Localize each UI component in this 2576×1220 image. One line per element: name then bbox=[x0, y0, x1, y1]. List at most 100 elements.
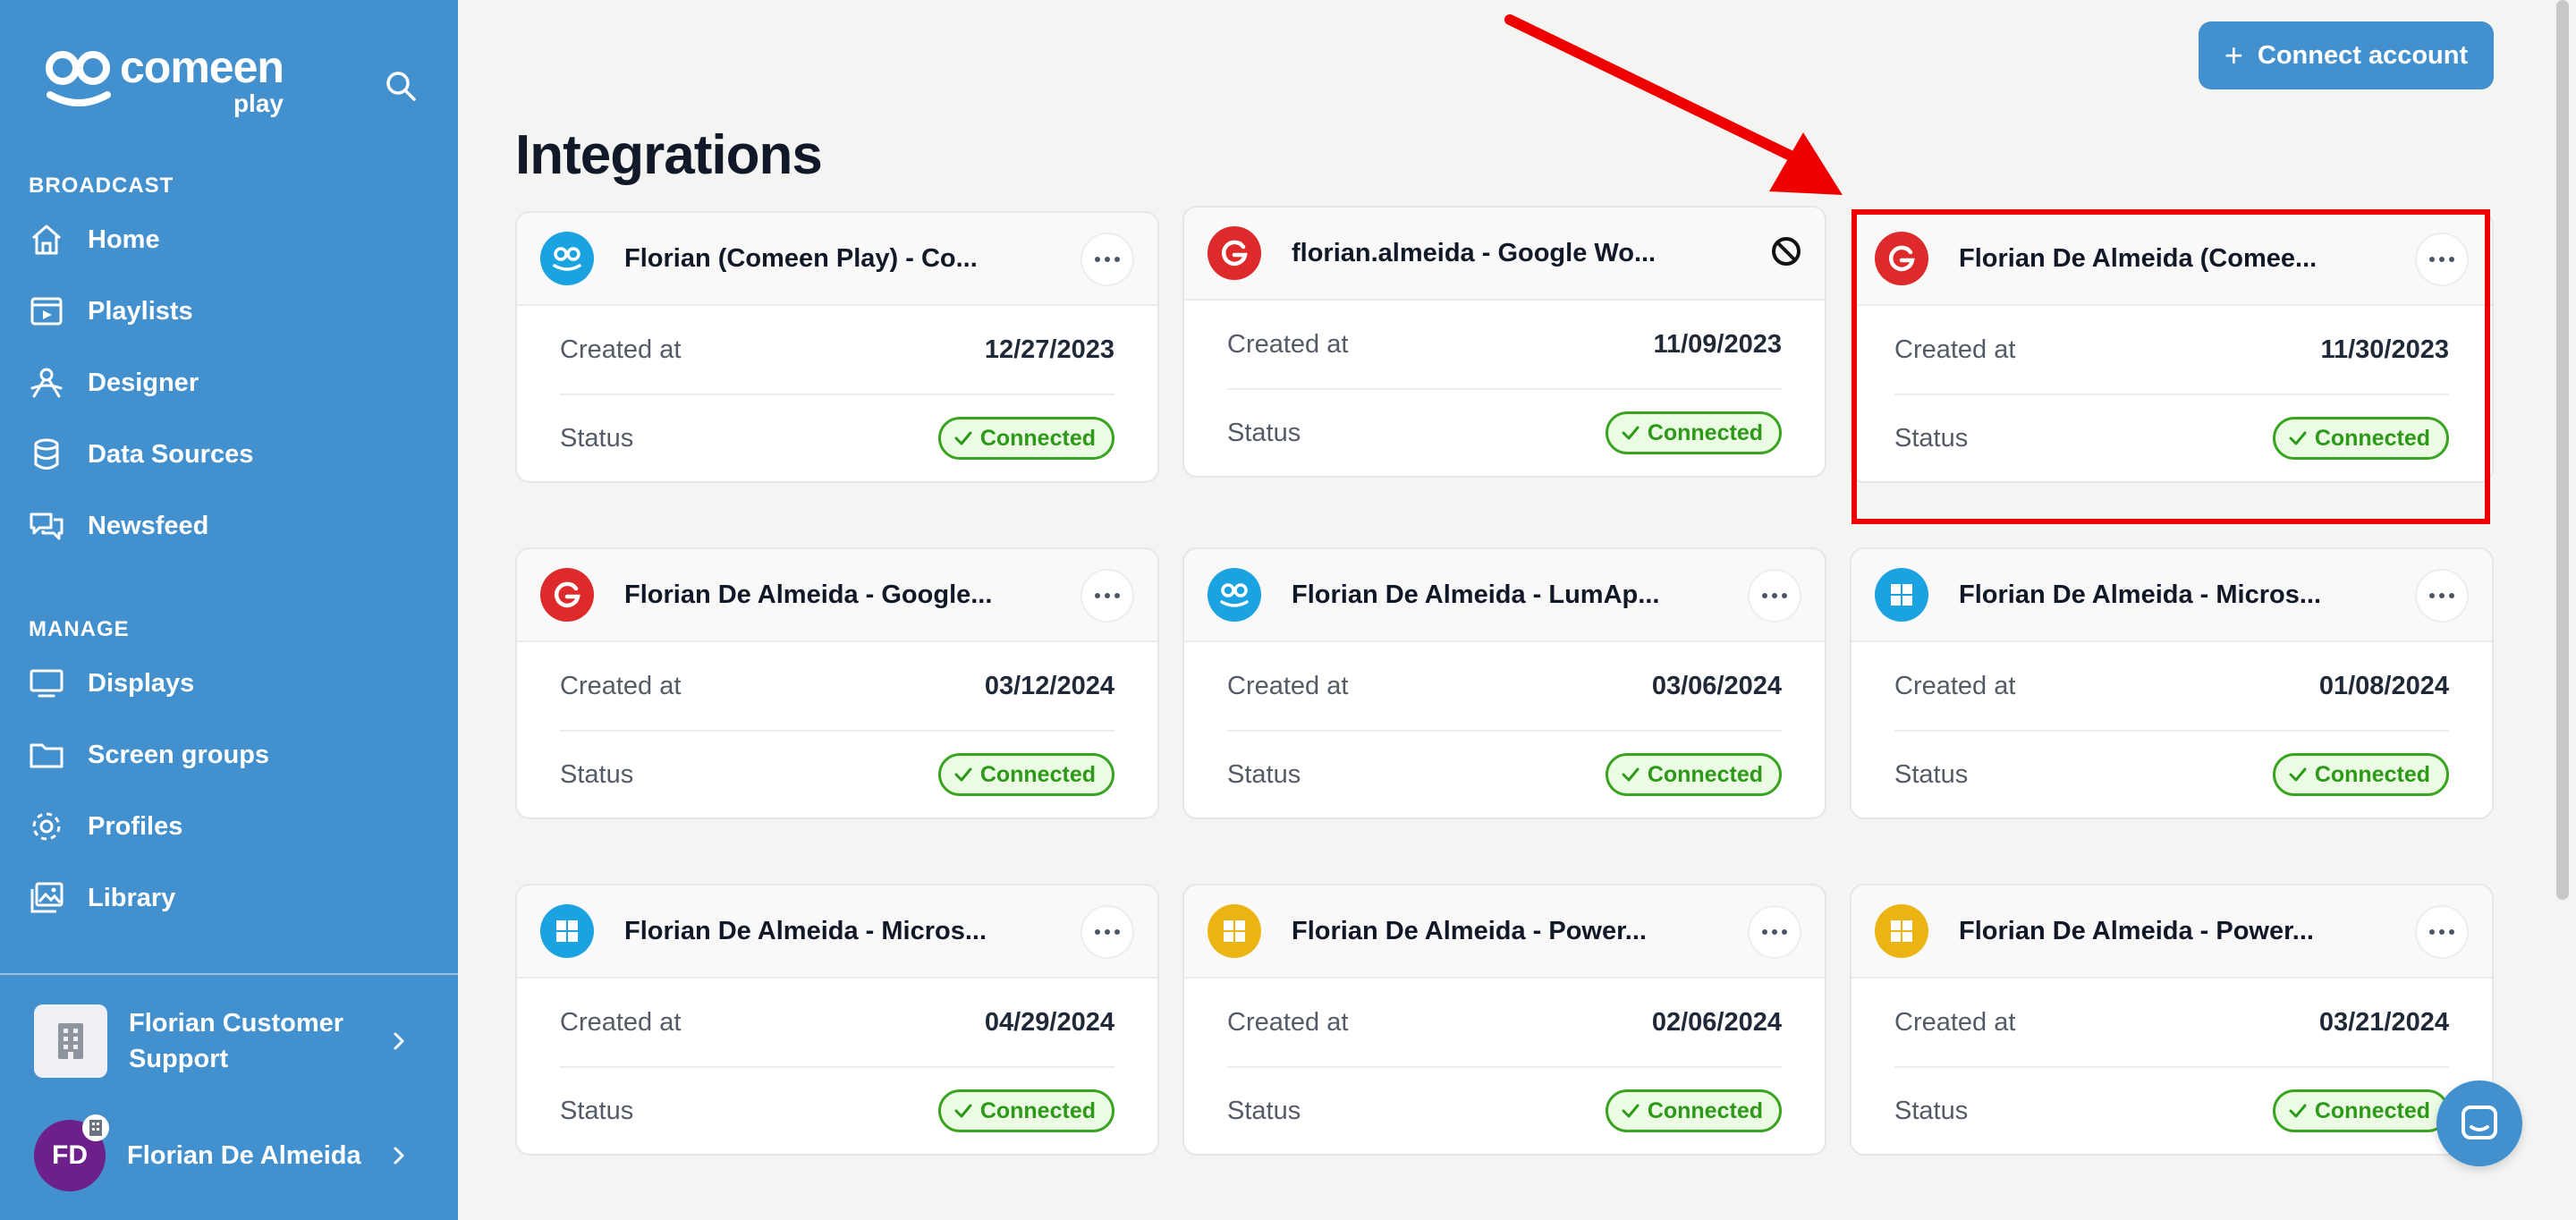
google-provider-icon bbox=[540, 568, 594, 622]
comeen-provider-icon bbox=[1208, 568, 1261, 622]
check-icon bbox=[2289, 1104, 2307, 1118]
created-at-label: Created at bbox=[1227, 1007, 1349, 1037]
created-at-label: Created at bbox=[1894, 671, 2016, 700]
avatar: FD bbox=[34, 1114, 109, 1191]
more-options-button[interactable] bbox=[1080, 905, 1134, 959]
disabled-icon[interactable] bbox=[1769, 234, 1803, 268]
avatar-initials: FD bbox=[52, 1140, 88, 1170]
sidebar-item-home[interactable]: Home bbox=[27, 215, 429, 265]
sidebar-item-library[interactable]: Library bbox=[27, 873, 429, 923]
monitor-icon bbox=[27, 664, 66, 703]
status-label: Status bbox=[1894, 1096, 1969, 1125]
integration-card[interactable]: Florian De Almeida - Power... Created at… bbox=[1182, 884, 1826, 1156]
check-icon bbox=[1622, 1104, 1640, 1118]
integration-card[interactable]: Florian (Comeen Play) - Co... Created at… bbox=[515, 211, 1159, 483]
sidebar-item-label: Playlists bbox=[88, 296, 193, 326]
powerbi-provider-icon bbox=[1875, 904, 1928, 958]
created-at-value: 03/21/2024 bbox=[2318, 1007, 2449, 1037]
sidebar-item-label: Profiles bbox=[88, 811, 183, 841]
home-icon bbox=[27, 220, 66, 259]
check-icon bbox=[2289, 767, 2307, 782]
sidebar-item-newsfeed[interactable]: Newsfeed bbox=[27, 501, 429, 551]
sidebar-item-designer[interactable]: Designer bbox=[27, 358, 429, 408]
created-at-value: 01/08/2024 bbox=[2318, 671, 2449, 700]
sidebar-item-label: Displays bbox=[88, 668, 195, 698]
created-at-label: Created at bbox=[1227, 671, 1349, 700]
logo-sub: play bbox=[233, 89, 284, 117]
sidebar-item-profiles[interactable]: Profiles bbox=[27, 801, 429, 851]
integration-title: Florian De Almeida - LumAp... bbox=[1292, 580, 1660, 609]
created-at-label: Created at bbox=[1894, 1007, 2016, 1037]
status-text: Connected bbox=[2314, 1097, 2430, 1123]
more-options-button[interactable] bbox=[2415, 569, 2469, 623]
sidebar-item-label: Newsfeed bbox=[88, 511, 209, 540]
integration-title: florian.almeida - Google Wo... bbox=[1292, 238, 1657, 267]
integration-title: Florian De Almeida - Micros... bbox=[624, 916, 987, 945]
sidebar-item-displays[interactable]: Displays bbox=[27, 658, 429, 708]
more-options-button[interactable] bbox=[1080, 569, 1134, 623]
integration-card[interactable]: florian.almeida - Google Wo... Created a… bbox=[1182, 206, 1826, 478]
integration-card[interactable]: Florian De Almeida - Google... Created a… bbox=[515, 547, 1159, 819]
more-options-button[interactable] bbox=[2415, 905, 2469, 959]
microsoft-provider-icon bbox=[540, 904, 594, 958]
database-icon bbox=[27, 435, 66, 474]
integration-title: Florian (Comeen Play) - Co... bbox=[624, 243, 978, 273]
sidebar-item-screen-groups[interactable]: Screen groups bbox=[27, 730, 429, 780]
building-icon bbox=[34, 1004, 107, 1078]
comeen-logo-icon bbox=[46, 51, 111, 106]
status-badge: Connected bbox=[937, 1089, 1114, 1132]
check-icon bbox=[954, 767, 972, 782]
logo-word: comeen bbox=[120, 42, 284, 92]
status-label: Status bbox=[1227, 1096, 1301, 1125]
playlist-icon bbox=[27, 292, 66, 331]
created-at-value: 03/12/2024 bbox=[984, 671, 1114, 700]
designer-icon bbox=[27, 363, 66, 402]
integration-card[interactable]: Florian De Almeida - Power... Created at… bbox=[1850, 884, 2494, 1156]
more-options-button[interactable] bbox=[1748, 905, 1801, 959]
comeen-logo[interactable]: comeen play bbox=[43, 45, 284, 116]
status-badge: Connected bbox=[1605, 1089, 1782, 1132]
sidebar-item-label: Home bbox=[88, 225, 160, 254]
chat-launcher-button[interactable] bbox=[2436, 1080, 2522, 1166]
gear-icon bbox=[27, 807, 66, 846]
integration-title: Florian De Almeida - Power... bbox=[1292, 916, 1647, 945]
status-badge: Connected bbox=[2272, 1089, 2449, 1132]
status-badge: Connected bbox=[937, 417, 1114, 460]
status-badge: Connected bbox=[937, 753, 1114, 796]
sidebar-item-data-sources[interactable]: Data Sources bbox=[27, 429, 429, 479]
integration-title: Florian De Almeida - Power... bbox=[1959, 916, 2314, 945]
sidebar-item-label: Data Sources bbox=[88, 439, 254, 469]
status-text: Connected bbox=[979, 761, 1096, 787]
integration-title: Florian De Almeida - Google... bbox=[624, 580, 993, 609]
connect-account-button[interactable]: + Connect account bbox=[2199, 21, 2494, 89]
more-options-button[interactable] bbox=[1080, 233, 1134, 286]
sidebar-divider bbox=[0, 973, 458, 975]
integration-card[interactable]: Florian De Almeida - LumAp... Created at… bbox=[1182, 547, 1826, 819]
status-text: Connected bbox=[1647, 761, 1763, 787]
created-at-label: Created at bbox=[560, 1007, 682, 1037]
sidebar-item-label: Designer bbox=[88, 368, 199, 397]
integration-card[interactable]: Florian De Almeida - Micros... Created a… bbox=[515, 884, 1159, 1156]
search-icon[interactable] bbox=[383, 68, 419, 104]
more-options-button[interactable] bbox=[1748, 569, 1801, 623]
sidebar-item-playlists[interactable]: Playlists bbox=[27, 286, 429, 336]
images-icon bbox=[27, 878, 66, 918]
powerbi-provider-icon bbox=[1208, 904, 1261, 958]
created-at-label: Created at bbox=[560, 335, 682, 364]
status-badge: Connected bbox=[1605, 753, 1782, 796]
user-name: Florian De Almeida bbox=[127, 1140, 361, 1170]
sidebar-item-label: Screen groups bbox=[88, 740, 270, 769]
chat-icon bbox=[2462, 1106, 2497, 1140]
integration-card[interactable]: Florian De Almeida - Micros... Created a… bbox=[1850, 547, 2494, 819]
scrollbar[interactable] bbox=[2556, 0, 2569, 900]
section-manage: MANAGE bbox=[29, 617, 130, 641]
status-text: Connected bbox=[1647, 419, 1763, 445]
status-badge: Connected bbox=[1605, 411, 1782, 454]
organization-switcher[interactable]: Florian Customer Support bbox=[34, 1004, 428, 1079]
check-icon bbox=[954, 1104, 972, 1118]
org-badge-icon bbox=[82, 1114, 109, 1141]
status-label: Status bbox=[1894, 759, 1969, 789]
status-text: Connected bbox=[2314, 761, 2430, 787]
created-at-value: 04/29/2024 bbox=[984, 1007, 1114, 1037]
user-menu[interactable]: FD Florian De Almeida bbox=[34, 1114, 428, 1193]
